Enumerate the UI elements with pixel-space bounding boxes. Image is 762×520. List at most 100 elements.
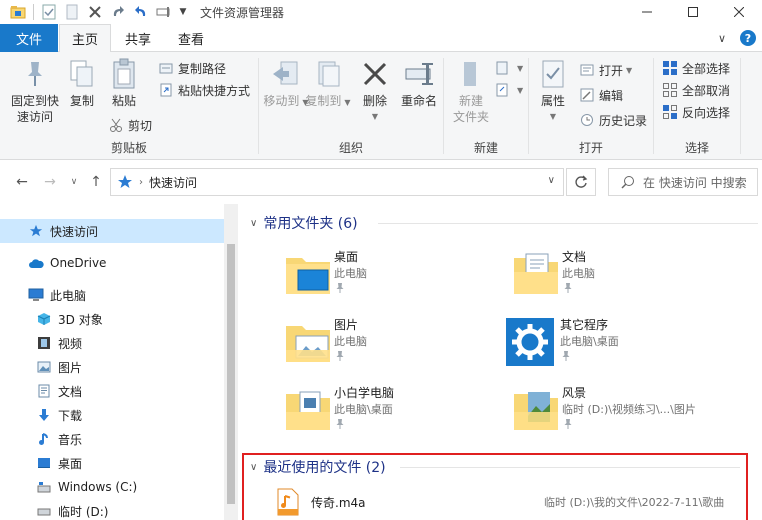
new-folder-qat-icon[interactable] — [62, 2, 82, 22]
nav-item-drive-c[interactable]: Windows (C:) — [0, 475, 224, 499]
delete-x-icon[interactable] — [85, 2, 105, 22]
folder-tile-scenery[interactable]: 风景 临时 (D:)\视频练习\...\图片 — [512, 384, 752, 446]
invert-selection-icon — [662, 104, 678, 120]
tile-name: 风景 — [562, 386, 587, 400]
easy-access-button[interactable]: ▼ — [494, 80, 523, 100]
history-button[interactable]: 历史记录 — [579, 110, 647, 130]
tab-home[interactable]: 主页 — [59, 24, 111, 53]
paste-shortcut-button[interactable]: 粘贴快捷方式 — [158, 80, 250, 100]
nav-item-quick-access[interactable]: 快速访问 — [0, 219, 224, 243]
properties-button[interactable]: 属性 ▼ — [533, 58, 573, 125]
move-to-button[interactable]: 移动到 ▼ — [263, 58, 309, 111]
document-icon — [36, 383, 52, 399]
recent-locations-chevron-icon[interactable]: ∨ — [64, 172, 84, 192]
nav-item-drive-d[interactable]: 临时 (D:) — [0, 499, 224, 520]
refresh-button[interactable] — [566, 168, 596, 196]
nav-item-pictures[interactable]: 图片 — [0, 355, 224, 379]
new-folder-label-line1: 新建 — [458, 94, 483, 108]
easy-access-caret-icon: ▼ — [517, 85, 524, 95]
nav-item-documents[interactable]: 文档 — [0, 379, 224, 403]
tile-location: 临时 (D:)\视频练习\...\图片 — [562, 403, 696, 416]
delete-button[interactable]: 删除 ▼ — [357, 58, 393, 125]
select-none-button[interactable]: 全部取消 — [662, 80, 730, 100]
nav-item-onedrive[interactable]: OneDrive — [0, 251, 224, 275]
tile-name: 图片 — [334, 318, 359, 332]
pin-label-line1: 固定到快 — [10, 94, 59, 108]
paste-button[interactable]: 粘贴 — [106, 58, 142, 109]
nav-item-this-pc[interactable]: 此电脑 — [0, 283, 224, 307]
computer-icon — [28, 287, 44, 303]
rename-qat-icon[interactable] — [154, 2, 174, 22]
up-button[interactable]: ↑ — [86, 172, 106, 192]
forward-button[interactable]: → — [40, 172, 60, 192]
pinned-icon — [336, 419, 344, 429]
nav-item-downloads[interactable]: 下载 — [0, 403, 224, 427]
ribbon-tab-bar: 文件 主页 共享 查看 ∨ ? — [0, 24, 762, 53]
nav-label: OneDrive — [50, 256, 107, 270]
nav-item-3d-objects[interactable]: 3D 对象 — [0, 307, 224, 331]
search-input[interactable]: 在 快速访问 中搜索 — [608, 168, 758, 196]
tab-share[interactable]: 共享 — [114, 24, 162, 52]
recent-file-row[interactable]: 传奇.m4a 临时 (D:)\我的文件\2022-7-11\歌曲 — [274, 484, 744, 520]
folder-tile-pictures[interactable]: 图片 此电脑 — [284, 316, 524, 378]
collapse-ribbon-chevron-icon[interactable]: ∨ — [718, 32, 726, 45]
back-button[interactable]: ← — [12, 172, 32, 192]
edit-button[interactable]: 编辑 — [579, 85, 623, 105]
folder-tile-xiaobai[interactable]: 小白学电脑 此电脑\桌面 — [284, 384, 524, 446]
minimize-button[interactable] — [624, 0, 670, 24]
properties-check-icon[interactable] — [39, 2, 59, 22]
picture-icon — [36, 359, 52, 375]
group-label-organize: 组织 — [338, 141, 363, 155]
frequent-folders-header[interactable]: ∨ 常用文件夹 (6) — [250, 211, 358, 235]
folder-tile-other-programs[interactable]: 其它程序 此电脑\桌面 — [506, 316, 746, 378]
section-title: 常用文件夹 (6) — [263, 216, 358, 232]
scrollbar-thumb[interactable] — [227, 244, 235, 504]
paste-label: 粘贴 — [111, 94, 136, 108]
nav-pane-scrollbar[interactable] — [224, 204, 238, 520]
recent-file-name: 传奇.m4a — [311, 496, 366, 510]
open-button[interactable]: 打开 ▼ — [579, 60, 632, 80]
folder-tile-desktop[interactable]: 桌面 此电脑 — [284, 248, 524, 310]
select-all-button[interactable]: 全部选择 — [662, 58, 730, 78]
close-button[interactable] — [716, 0, 762, 24]
folder-tile-documents[interactable]: 文档 此电脑 — [512, 248, 752, 310]
new-item-button[interactable]: ▼ — [494, 58, 523, 78]
maximize-button[interactable] — [670, 0, 716, 24]
tab-view[interactable]: 查看 — [166, 24, 216, 52]
copy-path-button[interactable]: 复制路径 — [158, 58, 226, 78]
copy-to-button[interactable]: 复制到 ▼ — [305, 58, 351, 111]
redo-icon[interactable] — [108, 2, 128, 22]
help-icon[interactable]: ? — [740, 30, 756, 46]
group-label-clipboard: 剪贴板 — [110, 141, 147, 155]
undo-icon[interactable] — [131, 2, 151, 22]
customize-qat-chevron-down-icon[interactable]: ▼ — [177, 2, 189, 22]
film-icon — [36, 335, 52, 351]
new-folder-button[interactable]: 新建 文件夹 — [446, 58, 496, 125]
nav-item-videos[interactable]: 视频 — [0, 331, 224, 355]
invert-selection-button[interactable]: 反向选择 — [662, 102, 730, 122]
copy-button[interactable]: 复制 — [64, 58, 100, 109]
new-folder-label-line2: 文件夹 — [452, 110, 489, 124]
nav-item-desktop[interactable]: 桌面 — [0, 451, 224, 475]
explorer-app-icon[interactable] — [8, 2, 28, 22]
tab-file[interactable]: 文件 — [0, 24, 58, 52]
group-open: 属性 ▼ 打开 ▼ 编辑 历史记录 打开 — [529, 52, 653, 160]
tile-location: 此电脑 — [334, 267, 367, 280]
nav-item-music[interactable]: 音乐 — [0, 427, 224, 451]
address-bar[interactable]: › 快速访问 ∨ — [110, 168, 564, 196]
address-dropdown-chevron-icon[interactable]: ∨ — [548, 175, 555, 186]
music-note-icon — [36, 431, 52, 447]
windows-drive-icon — [36, 479, 52, 495]
pin-label-line2: 速访问 — [16, 110, 53, 124]
desktop-icon — [36, 455, 52, 471]
pin-to-quick-access-button[interactable]: 固定到快 速访问 — [8, 58, 62, 125]
breadcrumb-quick-access[interactable]: 快速访问 — [149, 174, 197, 191]
paste-shortcut-label: 粘贴快捷方式 — [178, 83, 251, 98]
pinned-icon — [336, 351, 344, 361]
breadcrumb-separator-icon: › — [139, 176, 143, 188]
nav-label: 3D 对象 — [58, 312, 103, 327]
rename-button[interactable]: 重命名 — [397, 58, 441, 109]
window-title: 文件资源管理器 — [200, 5, 285, 20]
cut-button-main[interactable]: 剪切 — [108, 115, 152, 135]
window-controls — [624, 0, 762, 24]
